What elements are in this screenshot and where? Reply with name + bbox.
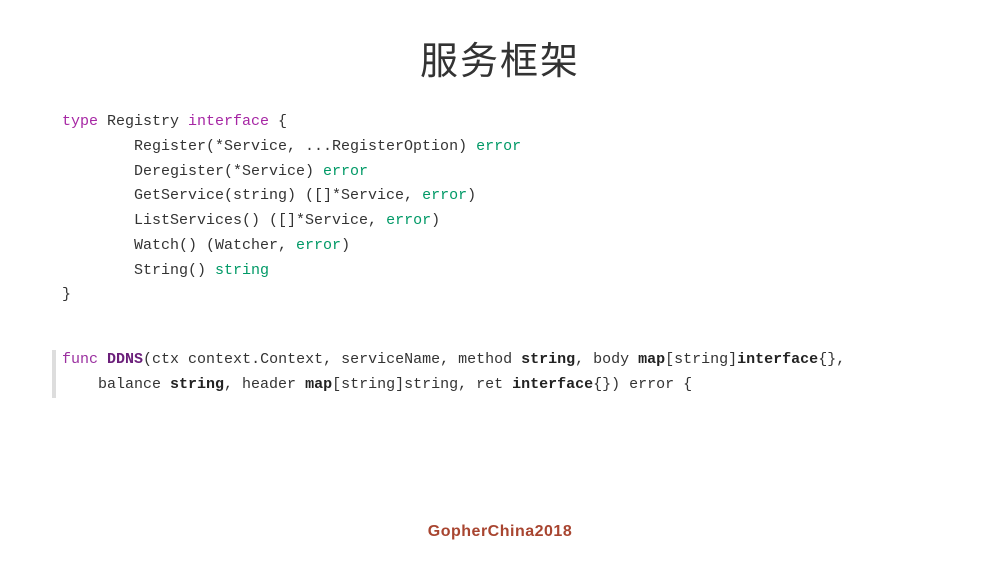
code-text: , header bbox=[224, 376, 305, 393]
code-text: } bbox=[62, 286, 71, 303]
keyword-error: error bbox=[476, 138, 521, 155]
code-text: Register(*Service, ...RegisterOption) bbox=[62, 138, 476, 155]
code-text: (ctx context.Context, serviceName, metho… bbox=[143, 351, 521, 368]
code-text: {}, bbox=[818, 351, 845, 368]
keyword-type: type bbox=[62, 113, 98, 130]
code-text: {}) error { bbox=[593, 376, 692, 393]
code-text: , body bbox=[575, 351, 638, 368]
code-text: balance bbox=[62, 376, 170, 393]
code-text: String() bbox=[62, 262, 215, 279]
code-text: [string]string, ret bbox=[332, 376, 512, 393]
code-text: ) bbox=[431, 212, 440, 229]
code-text: ) bbox=[467, 187, 476, 204]
keyword-func: func bbox=[62, 351, 98, 368]
cursor-marker bbox=[52, 350, 56, 398]
keyword-error: error bbox=[386, 212, 431, 229]
keyword-error: error bbox=[296, 237, 341, 254]
code-text: Registry bbox=[98, 113, 188, 130]
code-text: { bbox=[269, 113, 287, 130]
code-block-ddns: func DDNS(ctx context.Context, serviceNa… bbox=[0, 348, 1000, 398]
footer-text: GopherChina2018 bbox=[0, 523, 1000, 541]
code-block-registry: type Registry interface { Register(*Serv… bbox=[0, 110, 1000, 308]
code-text: Watch() (Watcher, bbox=[62, 237, 296, 254]
keyword-error: error bbox=[422, 187, 467, 204]
keyword-error: error bbox=[323, 163, 368, 180]
keyword-map: map bbox=[305, 376, 332, 393]
code-text: ) bbox=[341, 237, 350, 254]
keyword-string: string bbox=[521, 351, 575, 368]
keyword-interface: interface bbox=[188, 113, 269, 130]
keyword-string: string bbox=[170, 376, 224, 393]
code-text: Deregister(*Service) bbox=[62, 163, 323, 180]
code-text bbox=[98, 351, 107, 368]
keyword-string: string bbox=[215, 262, 269, 279]
code-text: [string] bbox=[665, 351, 737, 368]
function-name: DDNS bbox=[107, 351, 143, 368]
code-text: ListServices() ([]*Service, bbox=[62, 212, 386, 229]
keyword-map: map bbox=[638, 351, 665, 368]
keyword-interface: interface bbox=[737, 351, 818, 368]
slide-title: 服务框架 bbox=[0, 0, 1000, 110]
keyword-interface: interface bbox=[512, 376, 593, 393]
code-text: GetService(string) ([]*Service, bbox=[62, 187, 422, 204]
